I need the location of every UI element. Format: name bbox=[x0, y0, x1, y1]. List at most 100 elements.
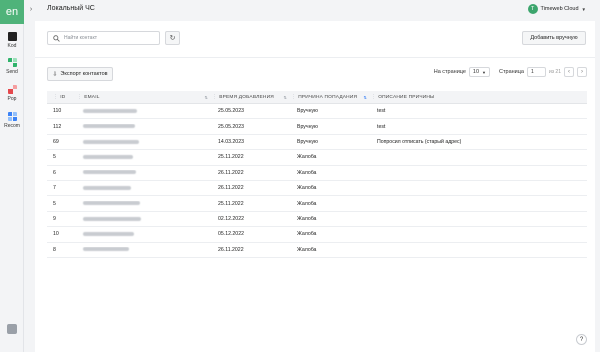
sidebar-item-label: Recom bbox=[4, 123, 20, 129]
expand-sidebar-chevron-icon[interactable]: › bbox=[27, 2, 35, 16]
sidebar-item-kod[interactable]: Kod bbox=[0, 32, 24, 49]
column-label: ОПИСАНИЕ ПРИЧИНЫ bbox=[378, 94, 435, 100]
table-row[interactable]: 7 26.11.2022 Жалоба bbox=[47, 181, 587, 197]
help-button[interactable]: ? bbox=[576, 334, 587, 345]
export-label: Экспорт контактов bbox=[60, 71, 108, 77]
sidebar-item-label: Pop bbox=[7, 96, 17, 102]
cell-description: test bbox=[377, 123, 386, 130]
export-contacts-button[interactable]: ⇩ Экспорт контактов bbox=[47, 67, 113, 81]
search-field[interactable] bbox=[47, 31, 160, 45]
refresh-icon: ↻ bbox=[169, 35, 176, 42]
table-row[interactable]: 69 14.03.2023 Вручную Попросил отписать … bbox=[47, 135, 587, 151]
per-page-value: 10 bbox=[472, 69, 480, 75]
cell-email-redacted bbox=[77, 216, 212, 222]
sidebar-item-pop[interactable]: Pop bbox=[0, 85, 24, 102]
chevron-left-icon: ‹ bbox=[568, 69, 570, 75]
table-row[interactable]: 5 25.11.2022 Жалоба bbox=[47, 150, 587, 166]
account-name: Timeweb Cloud bbox=[540, 6, 579, 12]
cell-date: 25.05.2023 bbox=[218, 108, 244, 115]
sidebar-item-send[interactable]: Send bbox=[0, 58, 24, 75]
table-row[interactable]: 112 25.05.2023 Вручную test bbox=[47, 119, 587, 135]
cell-reason: Жалоба bbox=[297, 231, 317, 238]
cell-email-redacted bbox=[77, 247, 212, 253]
app-logo[interactable]: en bbox=[0, 0, 24, 24]
table-row[interactable]: 110 25.05.2023 Вручную test bbox=[47, 104, 587, 120]
export-icon: ⇩ bbox=[52, 71, 58, 78]
sidebar-item-label: Kod bbox=[7, 43, 17, 49]
column-header-date[interactable]: ⋮ ВРЕМЯ ДОБАВЛЕНИЯ ⇅ bbox=[212, 91, 291, 104]
recommend-icon bbox=[7, 112, 17, 121]
cell-email-redacted bbox=[77, 231, 212, 237]
cell-email-redacted bbox=[77, 154, 212, 160]
cell-id: 7 bbox=[53, 185, 56, 192]
column-label: ВРЕМЯ ДОБАВЛЕНИЯ bbox=[219, 94, 274, 100]
cell-id: 5 bbox=[53, 154, 56, 161]
column-header-description[interactable]: ⋮ ОПИСАНИЕ ПРИЧИНЫ bbox=[371, 91, 587, 104]
left-sidebar: en Kod Send Pop Recom bbox=[0, 0, 24, 352]
cell-reason: Вручную bbox=[297, 138, 318, 145]
cell-id: 112 bbox=[53, 123, 62, 130]
avatar: T bbox=[527, 4, 538, 14]
table-header: ⋮ ID ⋮ EMAIL ⇅ ⋮ ВРЕМЯ ДОБАВЛЕНИЯ ⇅ ⋮ ПРИЧИНА … bbox=[47, 91, 587, 104]
table-row[interactable]: 5 25.11.2022 Жалоба bbox=[47, 196, 587, 212]
cell-date: 26.11.2022 bbox=[218, 185, 244, 192]
page-total: из 21 bbox=[548, 69, 561, 75]
refresh-button[interactable]: ↻ bbox=[165, 31, 180, 45]
cell-date: 05.12.2022 bbox=[218, 231, 244, 238]
next-page-button[interactable]: › bbox=[577, 67, 587, 77]
cell-reason: Жалоба bbox=[297, 200, 317, 207]
column-header-id[interactable]: ⋮ ID bbox=[47, 91, 77, 104]
cell-id: 8 bbox=[53, 246, 56, 253]
cell-reason: Жалоба bbox=[297, 169, 317, 176]
column-header-reason[interactable]: ⋮ ПРИЧИНА ПОПАДАНИЯ ⇅ bbox=[291, 91, 371, 104]
cell-reason: Вручную bbox=[297, 123, 318, 130]
sort-icon: ⇅ bbox=[283, 94, 287, 100]
column-label: ID bbox=[60, 94, 66, 100]
cell-email-redacted bbox=[77, 185, 212, 191]
table-row[interactable]: 10 05.12.2022 Жалоба bbox=[47, 227, 587, 243]
drag-handle-icon: ⋮ bbox=[77, 94, 83, 100]
cell-email-redacted bbox=[77, 108, 212, 114]
cell-email-redacted bbox=[77, 201, 212, 207]
cell-reason: Жалоба bbox=[297, 215, 317, 222]
cell-date: 25.05.2023 bbox=[218, 123, 244, 130]
account-menu[interactable]: T Timeweb Cloud ▼ bbox=[527, 4, 586, 14]
table-row[interactable]: 8 26.11.2022 Жалоба bbox=[47, 243, 587, 258]
drag-handle-icon: ⋮ bbox=[212, 94, 218, 100]
column-label: EMAIL bbox=[84, 94, 100, 100]
sort-icon: ⇅ bbox=[204, 94, 208, 100]
send-icon bbox=[7, 58, 17, 67]
cell-email-redacted bbox=[77, 139, 212, 145]
sidebar-item-recom[interactable]: Recom bbox=[0, 112, 24, 129]
column-label: ПРИЧИНА ПОПАДАНИЯ bbox=[298, 94, 358, 100]
cell-date: 26.11.2022 bbox=[218, 169, 244, 176]
cell-id: 10 bbox=[53, 231, 59, 238]
contacts-table: ⋮ ID ⋮ EMAIL ⇅ ⋮ ВРЕМЯ ДОБАВЛЕНИЯ ⇅ ⋮ ПРИЧИНА … bbox=[47, 91, 587, 258]
table-row[interactable]: 6 26.11.2022 Жалоба bbox=[47, 166, 587, 181]
sidebar-item-label: Send bbox=[6, 69, 18, 75]
cell-reason: Жалоба bbox=[297, 246, 317, 253]
cell-email-redacted bbox=[77, 170, 212, 176]
divider bbox=[35, 57, 595, 58]
column-header-email[interactable]: ⋮ EMAIL ⇅ bbox=[77, 91, 212, 104]
prev-page-button[interactable]: ‹ bbox=[564, 67, 574, 77]
help-icon: ? bbox=[579, 336, 584, 343]
cell-description: test bbox=[377, 108, 386, 115]
drag-handle-icon: ⋮ bbox=[371, 94, 377, 100]
cell-description: Попросил отписать (старый адрес) bbox=[377, 138, 462, 145]
cell-date: 25.11.2022 bbox=[218, 200, 244, 207]
chevron-down-icon: ▼ bbox=[581, 6, 586, 12]
chevron-right-icon: › bbox=[581, 69, 583, 75]
cell-email-redacted bbox=[77, 124, 212, 130]
add-manually-button[interactable]: Добавить вручную bbox=[522, 31, 586, 45]
table-row[interactable]: 9 02.12.2022 Жалоба bbox=[47, 212, 587, 228]
page-input[interactable]: 1 bbox=[526, 67, 546, 77]
per-page-label: На странице bbox=[433, 69, 466, 75]
table-body: 110 25.05.2023 Вручную test 112 25.05.20… bbox=[47, 104, 587, 258]
cell-date: 14.03.2023 bbox=[218, 138, 244, 145]
search-input[interactable] bbox=[64, 35, 154, 41]
chevron-down-icon: ▼ bbox=[482, 69, 487, 75]
code-block-icon bbox=[7, 32, 17, 41]
per-page-select[interactable]: 10 ▼ bbox=[468, 67, 491, 77]
settings-icon[interactable] bbox=[7, 324, 17, 334]
